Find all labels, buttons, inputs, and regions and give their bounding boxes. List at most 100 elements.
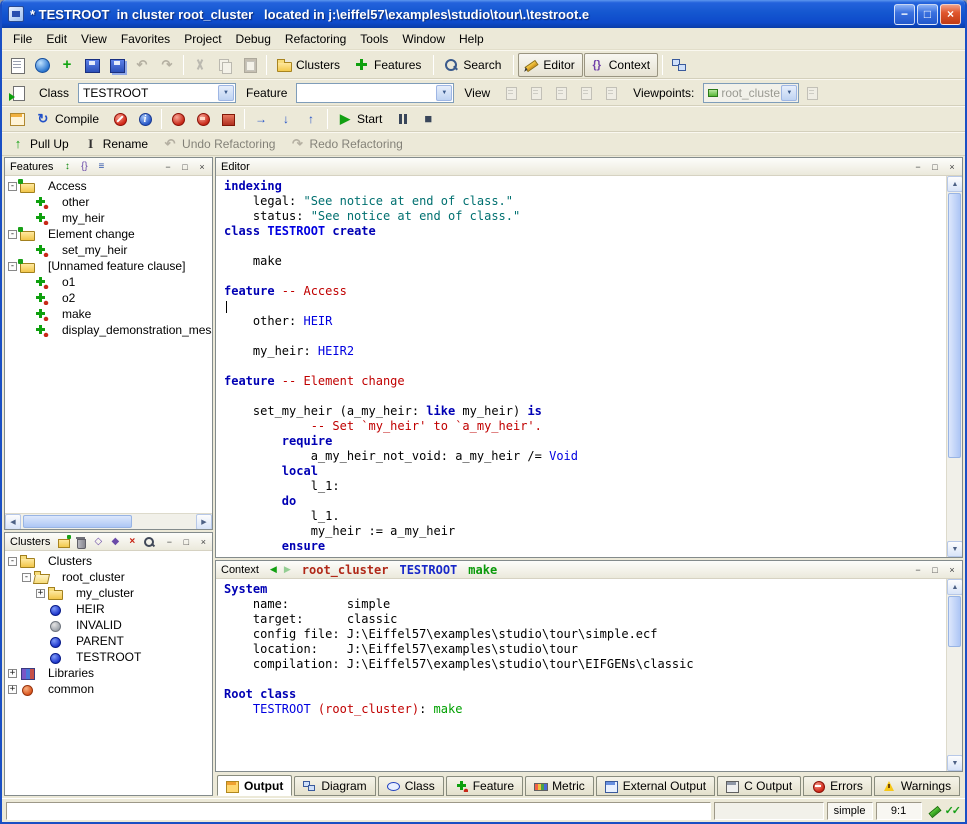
menu-help[interactable]: Help (452, 30, 491, 48)
editor-code-area[interactable]: indexing legal: "See notice at end of cl… (216, 176, 946, 557)
collapse-all-icon[interactable]: ◆ (108, 535, 122, 548)
clusters-item-my-cluster[interactable]: +my_cluster (5, 585, 212, 601)
tree-expander[interactable]: + (36, 589, 45, 598)
sort-icon[interactable]: ↕ (60, 160, 74, 173)
menu-favorites[interactable]: Favorites (114, 30, 177, 48)
class-combobox-dropdown-icon[interactable]: ▼ (218, 85, 234, 101)
class-tool-button[interactable] (5, 81, 29, 105)
scrollbar-thumb[interactable] (23, 515, 132, 528)
editor-button[interactable]: Editor (518, 53, 582, 77)
save-button[interactable] (80, 53, 104, 77)
view-clickable-button[interactable] (524, 81, 548, 105)
history-back-icon[interactable]: ◀ (270, 564, 277, 575)
feature-combobox-dropdown-icon[interactable]: ▼ (436, 85, 452, 101)
context-cluster-crumb[interactable]: root_cluster (302, 563, 389, 577)
tree-expander[interactable]: + (8, 685, 17, 694)
diagram-button[interactable] (667, 53, 691, 77)
menu-refactoring[interactable]: Refactoring (278, 30, 353, 48)
menu-debug[interactable]: Debug (229, 30, 278, 48)
tab-metric[interactable]: Metric (525, 776, 594, 796)
features-minimize-button[interactable]: − (161, 160, 175, 173)
view-contract-button[interactable] (574, 81, 598, 105)
context-close-button[interactable]: × (945, 563, 959, 576)
menu-window[interactable]: Window (395, 30, 452, 48)
scroll-right-icon[interactable]: ▶ (196, 514, 212, 530)
tree-expander[interactable]: - (8, 182, 17, 191)
view-interface-button[interactable] (599, 81, 623, 105)
context-maximize-button[interactable]: □ (928, 563, 942, 576)
tree-expander[interactable]: + (8, 669, 17, 678)
clusters-maximize-button[interactable]: □ (179, 535, 193, 548)
tab-output[interactable]: Output (217, 775, 292, 796)
scrollbar-thumb[interactable] (948, 596, 961, 647)
scrollbar-track[interactable] (947, 595, 962, 755)
cancel-compile-button[interactable] (108, 107, 132, 131)
delete-icon[interactable] (74, 535, 88, 548)
features-item-access[interactable]: -Access (5, 178, 212, 194)
tree-expander[interactable]: - (8, 557, 17, 566)
clusters-minimize-button[interactable]: − (162, 535, 176, 548)
features-item-make[interactable]: make (5, 306, 212, 322)
view-flat-button[interactable] (549, 81, 573, 105)
menu-tools[interactable]: Tools (353, 30, 395, 48)
system-settings-button[interactable] (5, 107, 29, 131)
features-button[interactable]: Features (349, 53, 429, 77)
clusters-item-clusters[interactable]: -Clusters (5, 553, 212, 569)
clusters-item-parent[interactable]: PARENT (5, 633, 212, 649)
precompile-button[interactable] (216, 107, 240, 131)
features-maximize-button[interactable]: □ (178, 160, 192, 173)
clusters-item-heir[interactable]: HEIR (5, 601, 212, 617)
new-window-button[interactable] (5, 53, 29, 77)
tab-warnings[interactable]: Warnings (874, 776, 960, 796)
clusters-item-libraries[interactable]: +Libraries (5, 665, 212, 681)
start-button[interactable]: ▶Start (332, 107, 390, 131)
scrollbar-track[interactable] (21, 514, 196, 529)
class-combobox[interactable]: TESTROOT ▼ (78, 83, 236, 103)
scrollbar-track[interactable] (947, 192, 962, 541)
tab-errors[interactable]: Errors (803, 776, 872, 796)
tab-diagram[interactable]: Diagram (294, 776, 375, 796)
undo-button[interactable]: ↶ (130, 53, 154, 77)
scroll-left-icon[interactable]: ◀ (5, 514, 21, 530)
add-cluster-icon[interactable] (57, 535, 71, 548)
context-class-crumb[interactable]: TESTROOT (399, 563, 457, 577)
tree-expander[interactable]: - (8, 262, 17, 271)
info-button[interactable]: i (133, 107, 157, 131)
features-item-o1[interactable]: o1 (5, 274, 212, 290)
close-button[interactable]: × (940, 4, 961, 25)
editor-vertical-scrollbar[interactable]: ▲ ▼ (946, 176, 962, 557)
maximize-button[interactable]: □ (917, 4, 938, 25)
scroll-up-icon[interactable]: ▲ (947, 176, 962, 192)
copy-button[interactable] (213, 53, 237, 77)
expand-all-icon[interactable]: ◇ (91, 535, 105, 548)
menu-project[interactable]: Project (177, 30, 228, 48)
tree-expander[interactable]: - (8, 230, 17, 239)
menu-edit[interactable]: Edit (39, 30, 74, 48)
menu-view[interactable]: View (74, 30, 114, 48)
features-close-button[interactable]: × (195, 160, 209, 173)
features-item-set-my-heir[interactable]: set_my_heir (5, 242, 212, 258)
save-all-button[interactable] (105, 53, 129, 77)
redo-refactoring-button[interactable]: ↷Redo Refactoring (284, 132, 410, 156)
title-bar[interactable]: * TESTROOT in cluster root_cluster locat… (2, 0, 965, 28)
compile-button[interactable]: ↻Compile (30, 107, 107, 131)
tree-expander[interactable]: - (22, 573, 31, 582)
clusters-item-testroot[interactable]: TESTROOT (5, 649, 212, 665)
pull-up-button[interactable]: ↑Pull Up (5, 132, 77, 156)
features-item-unnamed-feature-clause[interactable]: -[Unnamed feature clause] (5, 258, 212, 274)
clusters-close-button[interactable]: × (196, 535, 210, 548)
features-item-other[interactable]: other (5, 194, 212, 210)
features-item-my-heir[interactable]: my_heir (5, 210, 212, 226)
step-over-button[interactable]: → (249, 107, 273, 131)
context-minimize-button[interactable]: − (911, 563, 925, 576)
features-item-element-change[interactable]: -Element change (5, 226, 212, 242)
search-small-icon[interactable] (142, 535, 156, 548)
editor-maximize-button[interactable]: □ (928, 160, 942, 173)
tab-c-output[interactable]: C Output (717, 776, 801, 796)
cut-button[interactable] (188, 53, 212, 77)
step-out-button[interactable]: ↑ (299, 107, 323, 131)
clusters-item-root-cluster[interactable]: -root_cluster (5, 569, 212, 585)
viewpoint-settings-button[interactable] (800, 81, 824, 105)
scroll-up-icon[interactable]: ▲ (947, 579, 962, 595)
context-vertical-scrollbar[interactable]: ▲ ▼ (946, 579, 962, 771)
